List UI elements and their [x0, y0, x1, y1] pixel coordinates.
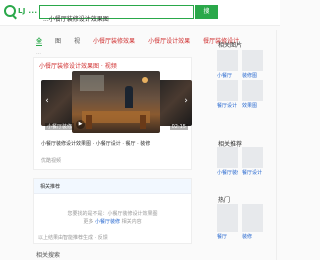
sidebar-thumbnail[interactable]	[242, 147, 263, 168]
tab-all[interactable]: 全	[36, 36, 43, 46]
tab-related-1[interactable]: 小餐厅装修效果	[93, 36, 135, 46]
sidebar-thumbnail[interactable]	[217, 147, 238, 168]
top-bar: LJ ... 搜	[0, 0, 280, 26]
video-result-card: 小餐厅装修设计效果图 · 视频 ▶ 小餐厅装修 02:15 ‹ › 小餐厅装修设…	[33, 57, 192, 170]
sidebar-caption[interactable]: 小餐厅	[217, 72, 238, 80]
sidebar-thumbnail[interactable]	[217, 204, 238, 232]
info-card-header: 相关推荐	[34, 179, 191, 194]
sidebar-thumbnail[interactable]	[242, 80, 263, 101]
sidebar-grid-2: 小餐厅装修 餐厅设计	[217, 147, 263, 177]
info-card-suggestion: 您要找的是不是：小餐厅装修设计效果图	[67, 211, 158, 217]
scene-person	[125, 86, 133, 108]
sidebar-caption[interactable]: 装修	[242, 233, 263, 241]
info-more-link[interactable]: 小餐厅装修	[95, 219, 120, 225]
info-more-prefix: 更多	[83, 219, 95, 225]
tab-images[interactable]: 图	[55, 36, 61, 46]
info-more-suffix: 相关内容	[120, 219, 142, 225]
info-card-title: 相关推荐	[40, 184, 61, 190]
search-button[interactable]: 搜	[195, 5, 218, 19]
scene-lamp	[142, 77, 148, 83]
sidebar-grid-1: 小餐厅 装修图 餐厅设计 效果图	[217, 50, 263, 110]
info-card-footer: 以上结果由智能推荐生成 · 反馈	[38, 235, 108, 241]
video-thumbnail-main[interactable]: ▶	[72, 71, 160, 133]
sidebar-item[interactable]: 装修	[242, 204, 263, 241]
sidebar-caption[interactable]: 小餐厅装修	[217, 169, 238, 177]
search-input[interactable]	[40, 12, 193, 25]
logo-text: LJ ...	[18, 7, 38, 15]
sidebar-heading-1: 相关图片	[218, 42, 243, 49]
scene-chair	[140, 115, 146, 129]
video-source: 优酷视频	[41, 158, 62, 164]
sidebar-caption[interactable]: 餐厅设计	[217, 102, 238, 110]
sidebar-divider	[276, 30, 277, 260]
sidebar-item[interactable]: 餐厅设计	[217, 80, 238, 110]
sidebar-caption[interactable]: 效果图	[242, 102, 263, 110]
video-duration: 02:15	[169, 124, 188, 130]
logo-icon	[4, 5, 16, 17]
tab-related-2[interactable]: 小餐厅设计效果	[148, 36, 190, 46]
search-box[interactable]	[39, 5, 194, 25]
video-badge: 小餐厅装修	[45, 123, 75, 130]
sidebar-item[interactable]: 装修图	[242, 50, 263, 80]
sidebar-grid-3: 餐厅 装修	[217, 204, 263, 241]
scene-window	[80, 75, 104, 91]
info-card: 相关推荐 您要找的是不是：小餐厅装修设计效果图 更多 小餐厅装修 相关内容 以上…	[33, 178, 192, 244]
sidebar-item[interactable]: 餐厅设计	[242, 147, 263, 177]
sidebar-thumbnail[interactable]	[242, 50, 263, 71]
sidebar-item[interactable]: 效果图	[242, 80, 263, 110]
sidebar-caption[interactable]: 装修图	[242, 72, 263, 80]
video-carousel: ▶ 小餐厅装修 02:15 ‹ ›	[41, 71, 192, 133]
sidebar-thumbnail[interactable]	[242, 204, 263, 232]
sidebar-item[interactable]: 小餐厅装修	[217, 147, 238, 177]
carousel-prev-icon[interactable]: ‹	[43, 95, 51, 107]
sidebar-item[interactable]: 小餐厅	[217, 50, 238, 80]
tab-videos[interactable]: 视	[74, 36, 80, 46]
filter-bar[interactable]: …	[36, 50, 41, 56]
site-logo[interactable]: LJ ...	[4, 5, 37, 17]
sidebar-caption[interactable]: 餐厅	[217, 233, 238, 241]
sidebar-heading-3: 热门	[218, 197, 231, 204]
sidebar-thumbnail[interactable]	[217, 50, 238, 71]
sidebar-thumbnail[interactable]	[217, 80, 238, 101]
scene-chair	[86, 115, 92, 129]
sidebar-caption[interactable]: 餐厅设计	[242, 169, 263, 177]
video-card-title[interactable]: 小餐厅装修设计效果图 · 视频	[39, 61, 117, 70]
video-description[interactable]: 小餐厅装修设计效果图 · 小餐厅设计 · 餐厅 · 装修	[41, 140, 150, 147]
related-search-heading[interactable]: 相关搜索	[36, 250, 60, 259]
sidebar-item[interactable]: 餐厅	[217, 204, 238, 241]
info-card-more: 更多 小餐厅装修 相关内容	[34, 218, 191, 225]
play-icon[interactable]: ▶	[76, 120, 85, 129]
carousel-next-icon[interactable]: ›	[182, 95, 190, 107]
